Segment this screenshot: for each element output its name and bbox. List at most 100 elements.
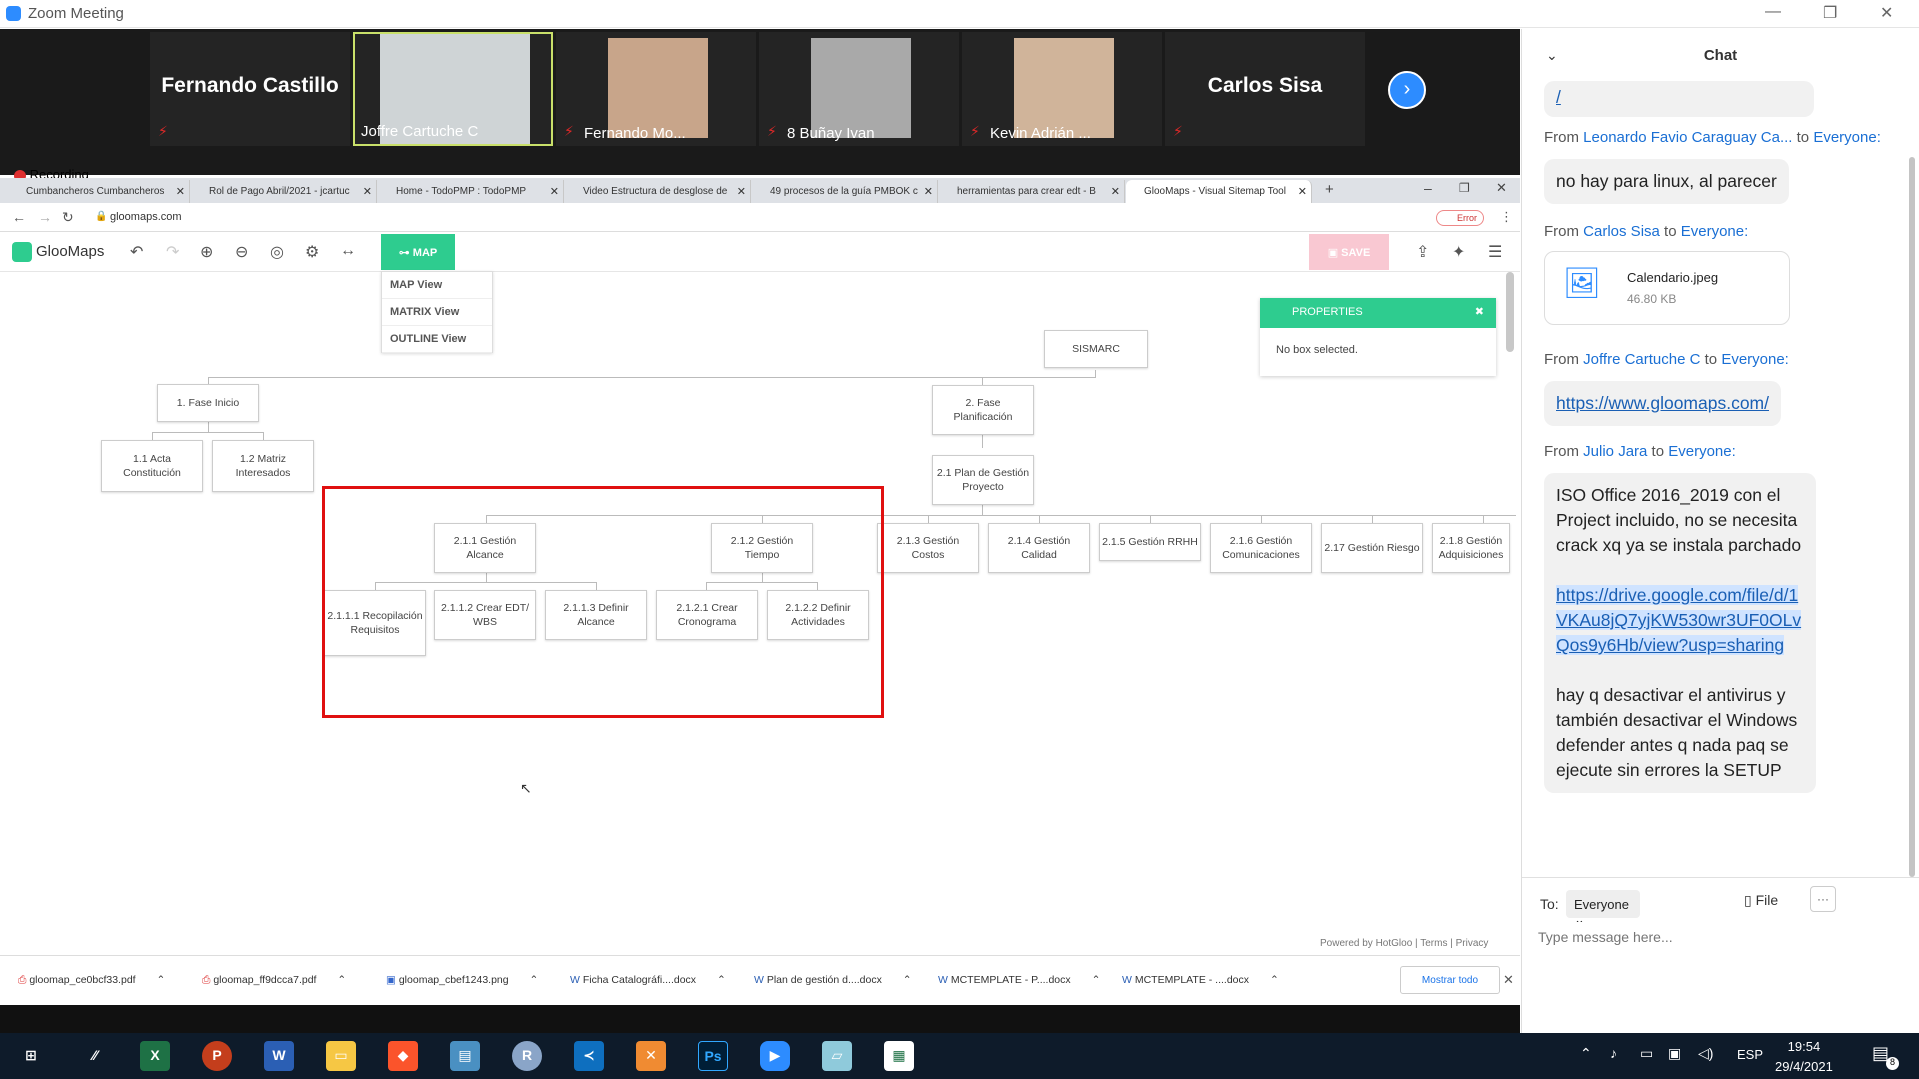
- r-language-icon[interactable]: R: [512, 1041, 542, 1071]
- new-tab-icon[interactable]: +: [1325, 181, 1334, 198]
- close-tab-icon[interactable]: ✕: [176, 185, 185, 198]
- volume-icon[interactable]: ◁): [1698, 1045, 1713, 1062]
- restore-icon[interactable]: ❐: [1459, 181, 1470, 195]
- participant-tile[interactable]: ⚡ 8 Buñay Ivan: [759, 32, 959, 146]
- expand-width-icon[interactable]: ↔: [340, 242, 356, 260]
- project-app-icon[interactable]: ▦: [884, 1041, 914, 1071]
- browser-tab-active[interactable]: GlooMaps - Visual Sitemap Tool ✕: [1126, 180, 1312, 203]
- chevron-up-icon[interactable]: ⌃: [1270, 974, 1279, 986]
- url-text[interactable]: gloomaps.com: [110, 211, 182, 223]
- photoshop-icon[interactable]: Ps: [698, 1041, 728, 1071]
- browser-tab[interactable]: 49 procesos de la guía PMBOK c ✕: [752, 180, 938, 203]
- twitter-icon[interactable]: ✦: [1452, 242, 1465, 262]
- sitemap-node[interactable]: 2.1.3 Gestión Costos: [877, 523, 979, 573]
- participant-tile-active[interactable]: Joffre Cartuche C: [353, 32, 553, 146]
- kebab-menu-icon[interactable]: ⋮: [1500, 209, 1513, 225]
- close-icon[interactable]: ✕: [1503, 972, 1514, 988]
- file-attachment[interactable]: 🖼 Calendario.jpeg 46.80 KB: [1544, 251, 1790, 325]
- system-clock[interactable]: 19:54 29/4/2021: [1775, 1037, 1833, 1077]
- download-item[interactable]: ⎙ gloomap_ff9dcca7.pdf ⌃: [202, 974, 346, 987]
- chat-scrollbar[interactable]: [1909, 157, 1915, 877]
- control-panel-icon[interactable]: ▤: [450, 1041, 480, 1071]
- sender-name[interactable]: Joffre Cartuche C: [1583, 351, 1700, 368]
- chevron-up-icon[interactable]: ⌃: [530, 974, 539, 986]
- chat-link[interactable]: https://www.gloomaps.com/: [1556, 393, 1769, 413]
- browser-tab[interactable]: Cumbancheros Cumbancheros ✕: [8, 180, 190, 203]
- browser-tab[interactable]: Home - TodoPMP : TodoPMP ✕: [378, 180, 564, 203]
- participant-tile[interactable]: ⚡ Kevin Adrián ...: [962, 32, 1162, 146]
- download-item[interactable]: W MCTEMPLATE - P....docx ⌃: [938, 974, 1100, 986]
- menu-item-map-view[interactable]: MAP View: [382, 272, 492, 299]
- chat-bubble-link-cut[interactable]: /: [1544, 81, 1814, 117]
- sitemap-node[interactable]: 1.2 Matriz Interesados: [212, 440, 314, 492]
- forward-icon[interactable]: →: [38, 209, 52, 225]
- close-tab-icon[interactable]: ✕: [363, 185, 372, 198]
- close-icon[interactable]: ✕: [1880, 3, 1893, 23]
- download-item[interactable]: W MCTEMPLATE - ....docx ⌃: [1122, 974, 1279, 986]
- download-item[interactable]: W Plan de gestión d....docx ⌃: [754, 974, 912, 986]
- minimize-icon[interactable]: –: [1424, 180, 1432, 196]
- tray-chevron-up-icon[interactable]: ⌃: [1580, 1045, 1592, 1062]
- sitemap-root-node[interactable]: SISMARC: [1044, 330, 1148, 368]
- close-tab-icon[interactable]: ✕: [924, 185, 933, 198]
- xampp-icon[interactable]: ✕: [636, 1041, 666, 1071]
- hamburger-menu-icon[interactable]: ☰: [1488, 242, 1502, 262]
- zoom-out-icon[interactable]: ⊖: [235, 242, 248, 262]
- close-tab-icon[interactable]: ✕: [550, 185, 559, 198]
- language-indicator[interactable]: ESP: [1737, 1047, 1763, 1062]
- sitemap-node[interactable]: 2.1.6 Gestión Comunicaciones: [1210, 523, 1312, 573]
- back-icon[interactable]: ←: [12, 209, 26, 225]
- participant-tile[interactable]: ⚡ Fernando Mo...: [556, 32, 756, 146]
- download-item[interactable]: ⎙ gloomap_ce0bcf33.pdf ⌃: [18, 974, 165, 987]
- gloomaps-logo[interactable]: GlooMaps: [12, 242, 104, 262]
- menu-item-outline-view[interactable]: OUTLINE View: [382, 326, 492, 353]
- vscode-icon[interactable]: ≺: [574, 1041, 604, 1071]
- next-page-icon[interactable]: ›: [1388, 71, 1426, 109]
- powerpoint-icon[interactable]: P: [202, 1041, 232, 1071]
- excel-icon[interactable]: X: [140, 1041, 170, 1071]
- share-icon[interactable]: ⇪: [1416, 242, 1429, 262]
- browser-tab[interactable]: herramientas para crear edt - B ✕: [939, 180, 1125, 203]
- recipient-dropdown[interactable]: Everyone ⌄: [1566, 890, 1640, 927]
- sender-name[interactable]: Leonardo Favio Caraguay Ca...: [1583, 129, 1792, 146]
- download-item[interactable]: W Ficha Catalográfi....docx ⌃: [570, 974, 726, 986]
- browser-tab[interactable]: Rol de Pago Abril/2021 - jcartuc ✕: [191, 180, 377, 203]
- microphone-icon[interactable]: ♪: [1610, 1045, 1617, 1061]
- sitemap-node[interactable]: 2.17 Gestión Riesgo: [1321, 523, 1423, 573]
- canvas-scrollbar[interactable]: [1506, 272, 1514, 352]
- chevron-up-icon[interactable]: ⌃: [337, 974, 346, 986]
- undo-icon[interactable]: ↶: [130, 242, 143, 262]
- profile-error-badge[interactable]: Error: [1436, 210, 1484, 226]
- redo-icon[interactable]: ↷: [166, 242, 179, 262]
- sitemap-node[interactable]: 1. Fase Inicio: [157, 384, 259, 422]
- chat-link[interactable]: https://drive.google.com/file/d/1VKAu8jQ…: [1556, 585, 1802, 655]
- chat-message-input[interactable]: [1538, 922, 1898, 952]
- chevron-up-icon[interactable]: ⌃: [1092, 974, 1101, 986]
- browser-tab[interactable]: Video Estructura de desglose de ✕: [565, 180, 751, 203]
- file-explorer-icon[interactable]: ▭: [326, 1041, 356, 1071]
- minimize-icon[interactable]: —: [1765, 3, 1781, 21]
- app-pen-icon[interactable]: ⁄⁄: [80, 1041, 110, 1071]
- restore-icon[interactable]: ❐: [1823, 3, 1837, 23]
- chevron-up-icon[interactable]: ⌃: [903, 974, 912, 986]
- sitemap-node[interactable]: 1.1 Acta Constitución: [101, 440, 203, 492]
- show-all-button[interactable]: Mostrar todo: [1400, 966, 1500, 994]
- download-item[interactable]: ▣ gloomap_cbef1243.png ⌃: [386, 974, 538, 986]
- close-tab-icon[interactable]: ✕: [737, 185, 746, 198]
- menu-item-matrix-view[interactable]: MATRIX View: [382, 299, 492, 326]
- zoom-app-icon[interactable]: ▶: [760, 1041, 790, 1071]
- sender-name[interactable]: Julio Jara: [1583, 443, 1647, 460]
- save-button[interactable]: ▣ SAVE: [1309, 234, 1389, 270]
- sitemap-node[interactable]: 2.1.5 Gestión RRHH: [1099, 523, 1201, 561]
- map-button[interactable]: ⊶ MAP: [381, 234, 455, 270]
- chevron-up-icon[interactable]: ⌃: [157, 974, 166, 986]
- word-icon[interactable]: W: [264, 1041, 294, 1071]
- close-icon[interactable]: ✕: [1496, 180, 1507, 196]
- more-options-icon[interactable]: ···: [1810, 886, 1836, 912]
- brave-browser-icon[interactable]: ◆: [388, 1041, 418, 1071]
- sitemap-node[interactable]: 2. Fase Planificación: [932, 385, 1034, 435]
- target-icon[interactable]: ◎: [270, 242, 284, 262]
- participant-tile[interactable]: Carlos Sisa ⚡: [1165, 32, 1365, 146]
- notes-app-icon[interactable]: ▱: [822, 1041, 852, 1071]
- close-tab-icon[interactable]: ✕: [1298, 185, 1307, 198]
